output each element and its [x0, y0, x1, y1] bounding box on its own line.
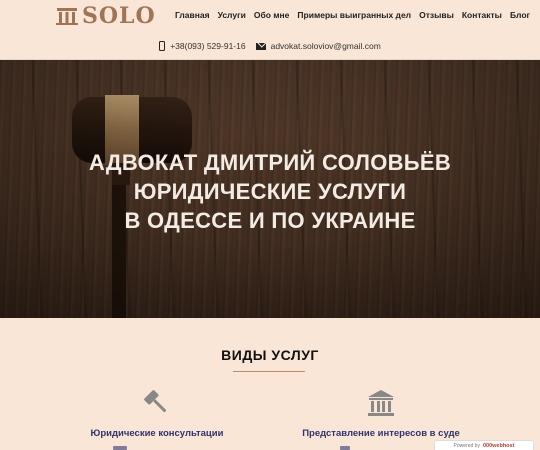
services-heading: ВИДЫ УСЛУГ — [221, 347, 319, 363]
nav-item-home[interactable]: Главная — [175, 10, 210, 21]
hero-title-line: АДВОКАТ ДМИТРИЙ СОЛОВЬЁВ — [88, 150, 452, 175]
section-divider — [233, 371, 305, 372]
email-address: advokat.soloviov@gmail.com — [270, 41, 381, 51]
phone-contact[interactable]: +38(093) 529-91-16 — [159, 41, 246, 51]
phone-number: +38(093) 529-91-16 — [170, 41, 246, 51]
hero-title: АДВОКАТ ДМИТРИЙ СОЛОВЬЁВ ЮРИДИЧЕСКИЕ УСЛ… — [0, 148, 540, 235]
courthouse-icon — [368, 390, 394, 416]
site-logo[interactable]: SOLO — [55, 3, 156, 29]
truncated-text — [113, 446, 127, 450]
nav-item-blog[interactable]: Блог — [510, 10, 530, 21]
nav-item-about[interactable]: Обо мне — [254, 10, 290, 21]
nav-item-contacts[interactable]: Контакты — [462, 10, 502, 21]
main-nav: Главная Услуги Обо мне Примеры выигранны… — [175, 10, 530, 21]
host-brand: 000webhost — [482, 442, 515, 449]
nav-item-won-cases[interactable]: Примеры выигранных дел — [297, 10, 411, 21]
powered-by-text: Powered by — [453, 442, 480, 449]
site-header: SOLO Главная Услуги Обо мне Примеры выиг… — [0, 0, 540, 60]
contact-bar: +38(093) 529-91-16 advokat.soloviov@gmai… — [0, 38, 540, 54]
truncated-text — [340, 446, 350, 450]
hero-title-line: ЮРИДИЧЕСКИЕ УСЛУГИ — [133, 179, 407, 204]
nav-item-reviews[interactable]: Отзывы — [419, 10, 454, 21]
gavel-icon — [144, 390, 167, 413]
envelope-icon — [255, 42, 266, 50]
service-label: Представление интересов в суде — [302, 428, 460, 439]
hero-banner: АДВОКАТ ДМИТРИЙ СОЛОВЬЁВ ЮРИДИЧЕСКИЕ УСЛ… — [0, 60, 540, 318]
service-label: Юридические консультации — [90, 428, 224, 439]
hero-title-line: В ОДЕССЕ И ПО УКРАИНЕ — [124, 208, 416, 233]
logo-mark-icon — [56, 8, 78, 25]
logo-text: SOLO — [82, 3, 156, 29]
services-section: ВИДЫ УСЛУГ Юридические консультации Пред… — [0, 318, 540, 450]
nav-item-services[interactable]: Услуги — [218, 10, 246, 21]
email-contact[interactable]: advokat.soloviov@gmail.com — [255, 41, 381, 51]
service-card-court-representation[interactable]: Представление интересов в суде — [281, 388, 481, 439]
service-card-consultations[interactable]: Юридические консультации — [57, 388, 257, 439]
phone-icon — [159, 41, 166, 51]
hosting-badge[interactable]: Powered by 000webhost — [434, 440, 534, 450]
